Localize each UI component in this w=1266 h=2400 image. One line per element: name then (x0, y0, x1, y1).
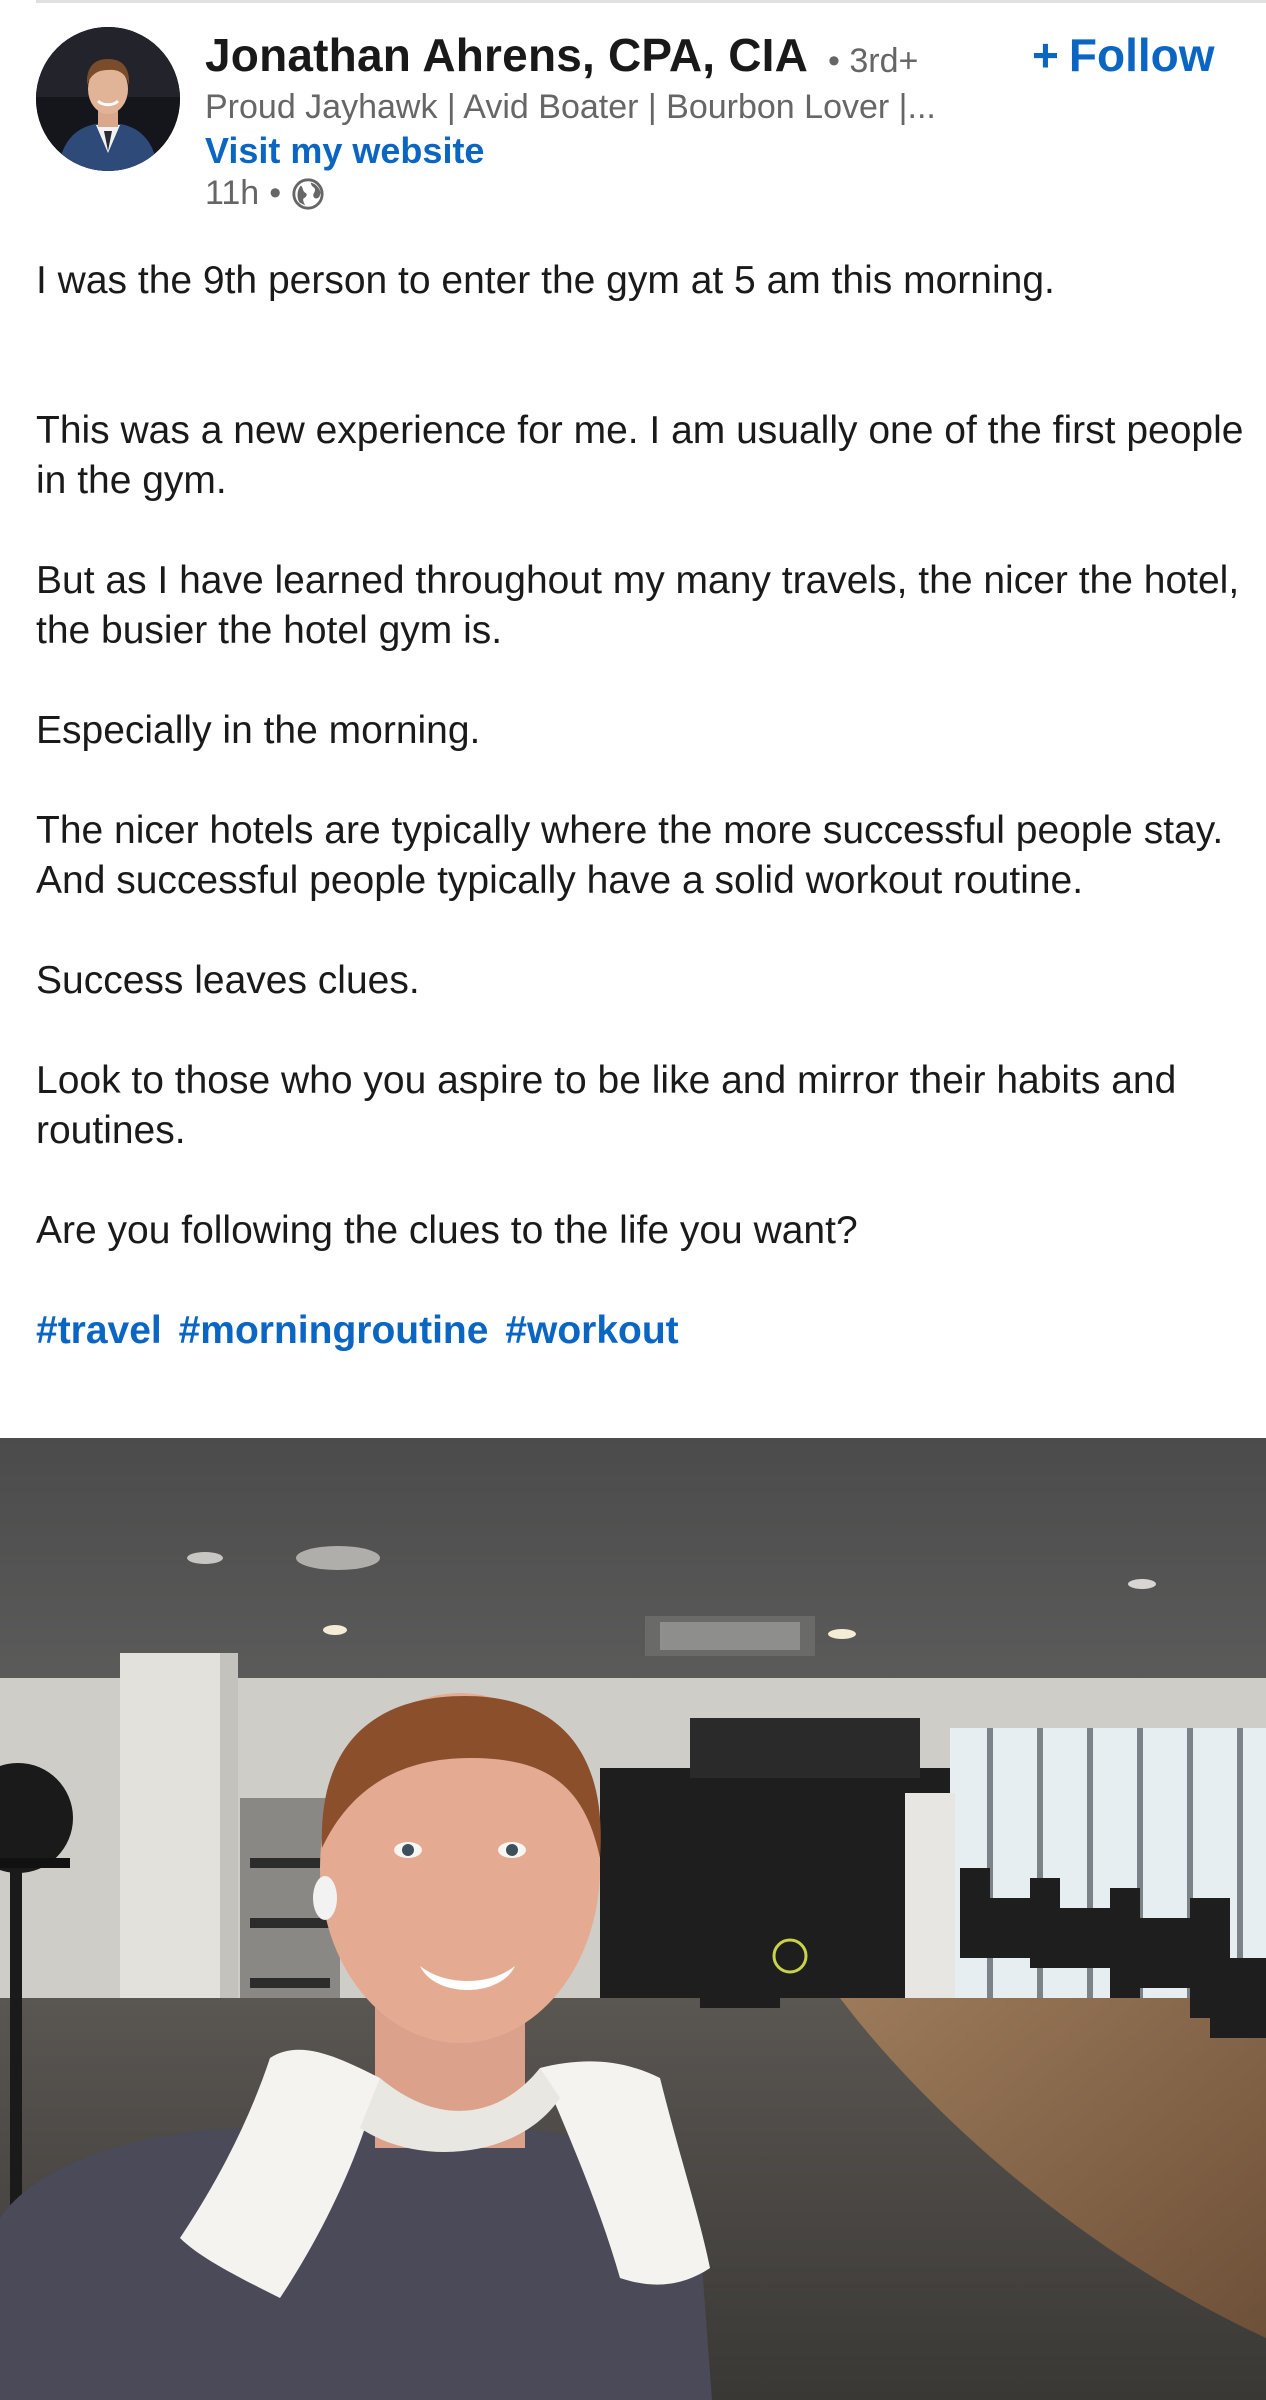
post-header: Jonathan Ahrens, CPA, CIA • 3rd+ + Follow… (0, 0, 1266, 230)
post-meta: 11h • (205, 174, 325, 213)
post-text: I was the 9th person to enter the gym at… (36, 256, 1246, 1356)
follow-label: Follow (1068, 29, 1215, 81)
avatar-photo (36, 27, 180, 171)
author-name[interactable]: Jonathan Ahrens, CPA, CIA (205, 28, 808, 82)
follow-button[interactable]: + Follow (1032, 28, 1215, 82)
meta-separator: • (269, 174, 282, 212)
hashtag-link[interactable]: #morningroutine (179, 1309, 489, 1352)
post-paragraph: Especially in the morning. (36, 709, 481, 752)
post-paragraph: Are you following the clues to the life … (36, 1209, 858, 1252)
post-paragraph: The nicer hotels are typically where the… (36, 809, 1224, 902)
post-paragraph: This was a new experience for me. I am u… (36, 409, 1244, 502)
author-avatar[interactable] (36, 27, 180, 171)
post-paragraph: Success leaves clues. (36, 959, 420, 1002)
visit-website-link[interactable]: Visit my website (205, 130, 484, 172)
globe-icon (292, 177, 324, 210)
hashtag-link[interactable]: #workout (505, 1309, 678, 1352)
author-headline: Proud Jayhawk | Avid Boater | Bourbon Lo… (205, 88, 936, 126)
post-image[interactable] (0, 1438, 1266, 2400)
post-paragraph: I was the 9th person to enter the gym at… (36, 259, 1055, 302)
connection-degree: • 3rd+ (828, 42, 919, 80)
gym-selfie-image (0, 1438, 1266, 2400)
hashtag-row: #travel #morningroutine #workout (36, 1306, 1246, 1356)
post-paragraph: But as I have learned throughout my many… (36, 559, 1240, 652)
post-time: 11h (205, 174, 260, 212)
hashtag-link[interactable]: #travel (36, 1309, 162, 1352)
post-paragraph: Look to those who you aspire to be like … (36, 1059, 1177, 1152)
plus-icon: + (1032, 29, 1059, 81)
